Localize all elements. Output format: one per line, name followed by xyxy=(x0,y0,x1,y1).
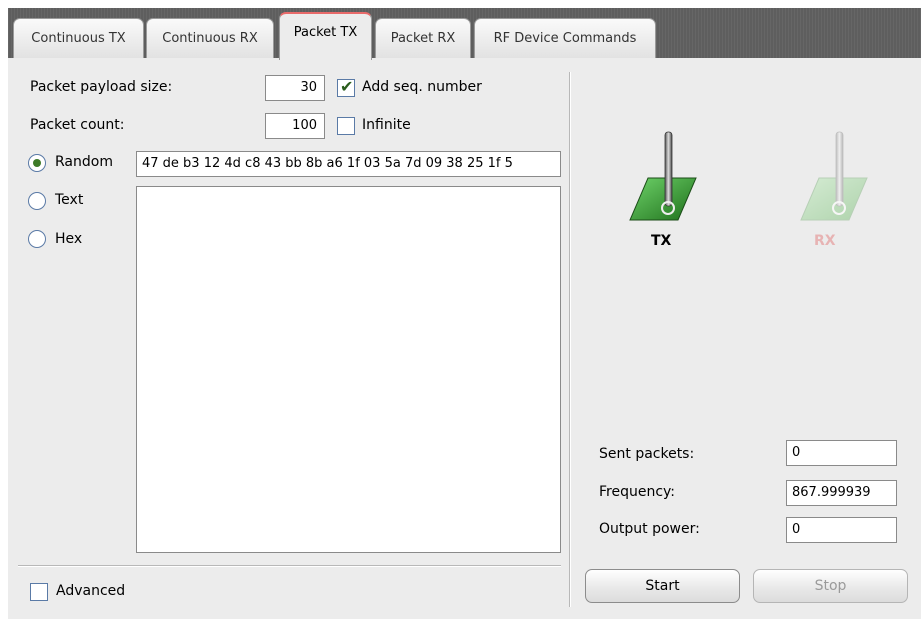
tab-rf-device-commands[interactable]: RF Device Commands xyxy=(474,18,656,58)
frequency-label: Frequency: xyxy=(599,484,676,500)
sent-packets-label: Sent packets: xyxy=(599,446,695,462)
advanced-label: Advanced xyxy=(56,583,126,599)
packet-count-input[interactable]: 100 xyxy=(265,113,325,139)
hex-radio[interactable] xyxy=(28,230,46,248)
radio-selected-dot xyxy=(33,159,41,167)
packet-count-label: Packet count: xyxy=(30,117,125,133)
text-radio[interactable] xyxy=(28,192,46,210)
tab-continuous-rx[interactable]: Continuous RX xyxy=(146,18,274,58)
hex-label: Hex xyxy=(55,231,83,247)
horizontal-divider xyxy=(18,565,561,566)
tab-packet-rx[interactable]: Packet RX xyxy=(375,18,471,58)
tab-continuous-tx[interactable]: Continuous TX xyxy=(13,18,144,58)
rx-label: RX xyxy=(814,233,836,249)
infinite-checkbox[interactable] xyxy=(337,117,355,135)
vertical-divider xyxy=(569,72,570,607)
text-label: Text xyxy=(55,192,84,208)
infinite-label: Infinite xyxy=(362,117,411,133)
start-button[interactable]: Start xyxy=(585,569,740,603)
frequency-field[interactable]: 867.999939 xyxy=(786,480,897,506)
payload-size-input[interactable]: 30 xyxy=(265,75,325,101)
payload-text-area[interactable] xyxy=(136,186,561,553)
tx-label: TX xyxy=(651,233,672,249)
stop-button[interactable]: Stop xyxy=(753,569,908,603)
seq-number-label: Add seq. number xyxy=(362,79,482,95)
seq-number-checkbox[interactable]: ✔ xyxy=(337,77,355,97)
output-power-label: Output power: xyxy=(599,521,700,537)
random-label: Random xyxy=(55,154,113,170)
payload-size-label: Packet payload size: xyxy=(30,79,173,95)
antenna-rx-icon xyxy=(797,128,877,224)
output-power-field[interactable]: 0 xyxy=(786,517,897,543)
sent-packets-field[interactable]: 0 xyxy=(786,440,897,466)
checkmark-icon: ✔ xyxy=(340,77,354,96)
antenna-tx-icon xyxy=(626,128,706,224)
advanced-checkbox[interactable] xyxy=(30,583,48,601)
random-radio[interactable] xyxy=(28,154,46,172)
random-data-field[interactable]: 47 de b3 12 4d c8 43 bb 8b a6 1f 03 5a 7… xyxy=(136,151,561,177)
tab-packet-tx[interactable]: Packet TX xyxy=(279,12,372,60)
